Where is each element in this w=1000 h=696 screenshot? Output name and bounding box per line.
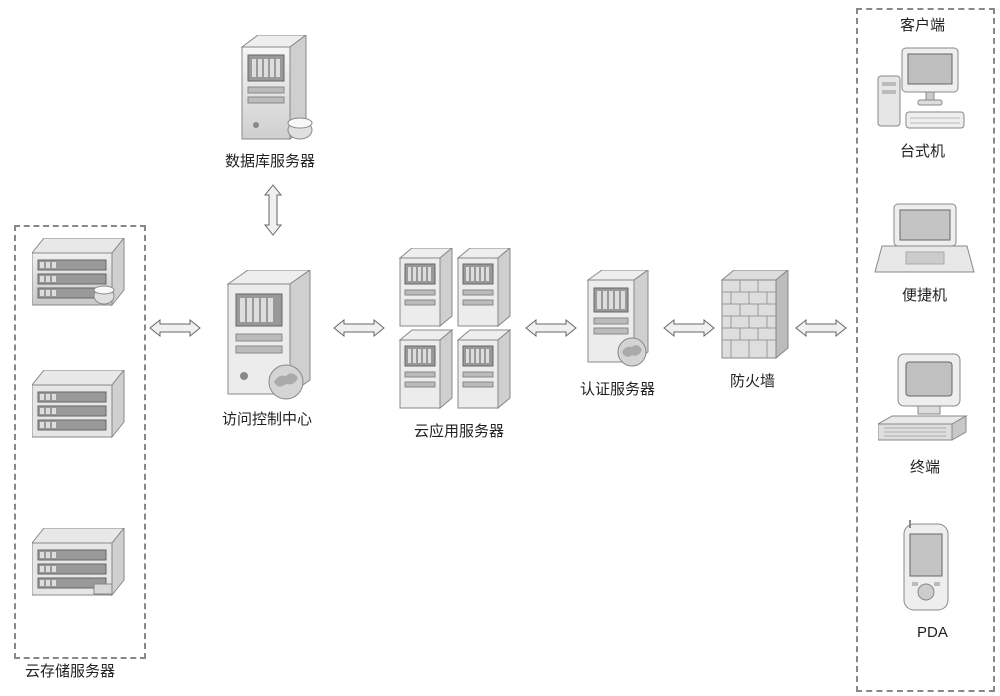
- arrows-layer: [0, 0, 1000, 696]
